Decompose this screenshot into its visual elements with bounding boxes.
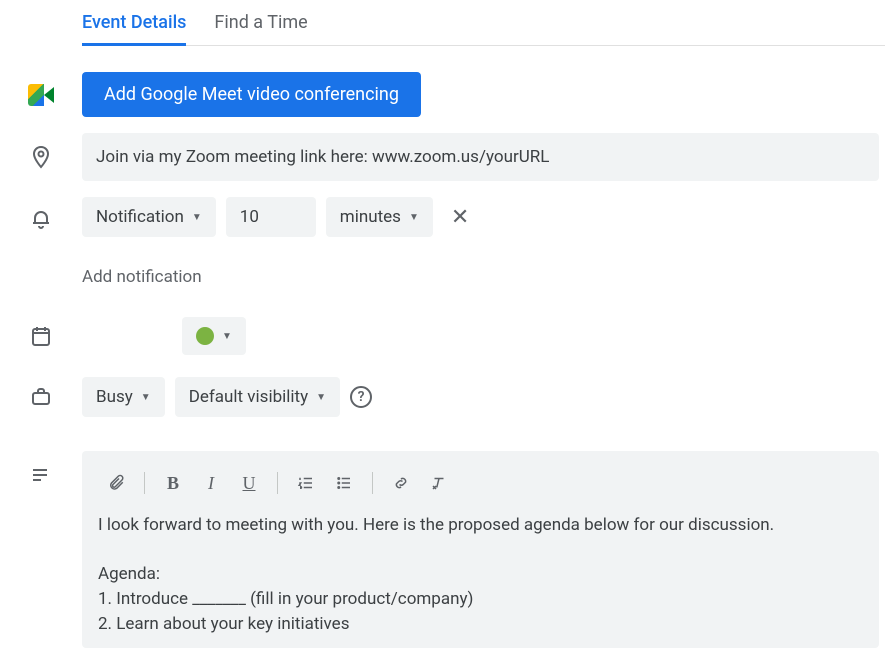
underline-button[interactable]: U <box>231 467 267 499</box>
availability-dropdown[interactable]: Busy ▼ <box>82 377 165 417</box>
add-notification-link[interactable]: Add notification <box>82 259 202 295</box>
color-swatch-icon <box>196 327 214 345</box>
tab-find-a-time[interactable]: Find a Time <box>214 6 307 46</box>
location-icon <box>29 145 53 169</box>
calendar-owner-label <box>82 318 172 354</box>
visibility-label: Default visibility <box>189 387 308 407</box>
description-editor[interactable]: B I U <box>82 451 879 648</box>
bold-button[interactable]: B <box>155 467 191 499</box>
bulleted-list-button[interactable] <box>326 467 362 499</box>
numbered-list-button[interactable] <box>288 467 324 499</box>
italic-button[interactable]: I <box>193 467 229 499</box>
event-color-dropdown[interactable]: ▼ <box>182 317 246 355</box>
calendar-icon <box>29 324 53 348</box>
availability-label: Busy <box>96 387 133 407</box>
google-meet-icon <box>28 84 54 106</box>
formatting-toolbar: B I U <box>98 463 863 513</box>
link-button[interactable] <box>383 467 419 499</box>
clear-formatting-button[interactable] <box>421 467 457 499</box>
attachment-button[interactable] <box>98 467 134 499</box>
notification-type-dropdown[interactable]: Notification ▼ <box>82 197 216 237</box>
notification-unit-dropdown[interactable]: minutes ▼ <box>326 197 433 237</box>
caret-down-icon: ▼ <box>141 392 151 403</box>
caret-down-icon: ▼ <box>192 212 202 223</box>
location-input[interactable] <box>82 133 879 181</box>
notification-type-label: Notification <box>96 207 184 227</box>
notification-unit-label: minutes <box>340 207 401 227</box>
tab-event-details[interactable]: Event Details <box>82 6 186 46</box>
visibility-dropdown[interactable]: Default visibility ▼ <box>175 377 340 417</box>
caret-down-icon: ▼ <box>316 392 326 403</box>
caret-down-icon: ▼ <box>222 331 232 342</box>
description-text[interactable]: I look forward to meeting with you. Here… <box>98 513 863 636</box>
add-google-meet-button[interactable]: Add Google Meet video conferencing <box>82 72 421 117</box>
notification-value-input[interactable] <box>226 197 316 237</box>
tabs: Event Details Find a Time <box>82 0 885 46</box>
briefcase-icon <box>29 385 53 409</box>
remove-notification-button[interactable]: ✕ <box>443 200 477 234</box>
description-icon <box>29 463 53 487</box>
visibility-help-icon[interactable]: ? <box>350 386 372 408</box>
caret-down-icon: ▼ <box>409 212 419 223</box>
bell-icon <box>29 205 53 229</box>
